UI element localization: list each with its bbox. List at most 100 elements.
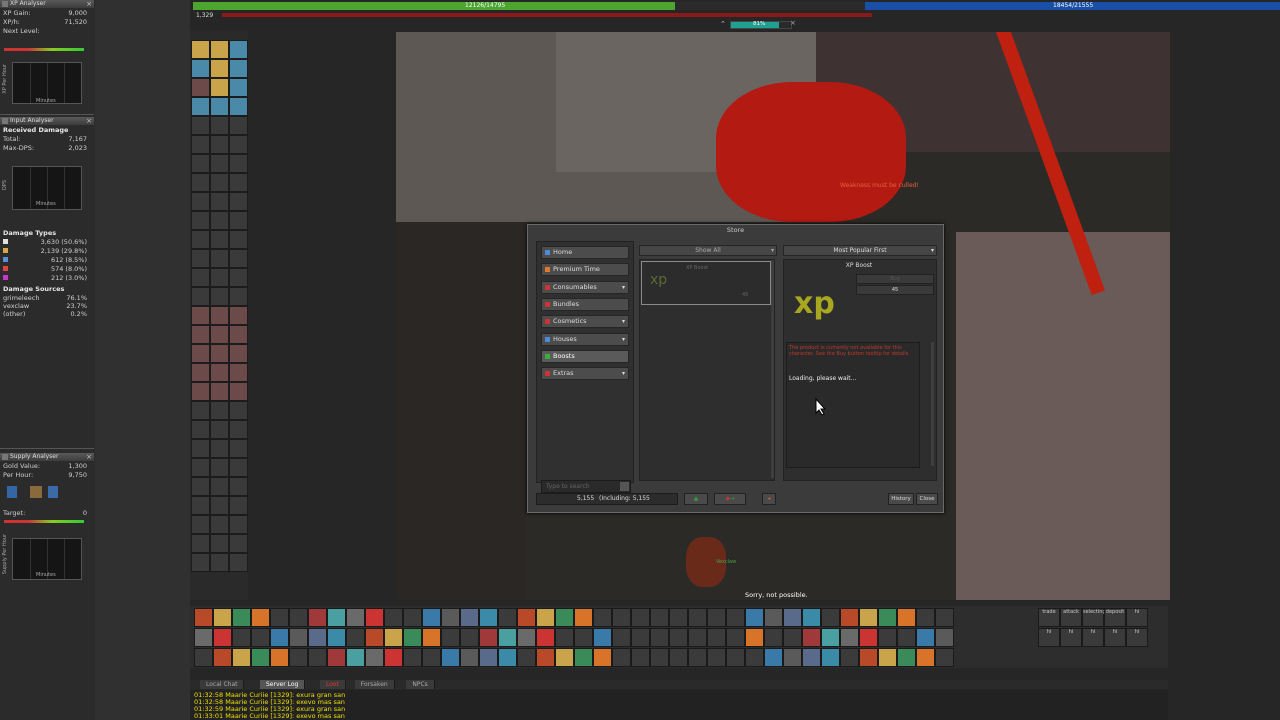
hotbar-slot[interactable] [422,648,441,667]
hotbar-slot[interactable] [916,608,935,627]
inventory-slot[interactable] [191,553,210,572]
hotbar-slot[interactable] [593,608,612,627]
hotbar-slot[interactable] [270,608,289,627]
hotbar-slot[interactable] [745,628,764,647]
hotbar-slot[interactable] [308,628,327,647]
inventory-slot[interactable] [191,268,210,287]
inventory-slot[interactable] [229,382,248,401]
close-icon[interactable]: × [86,117,92,125]
hotbar-slot[interactable] [593,648,612,667]
inventory-slot[interactable] [191,154,210,173]
inventory-slot[interactable] [191,401,210,420]
hotbar-slot[interactable] [840,628,859,647]
inventory-slot[interactable] [210,116,229,135]
inventory-slot[interactable] [191,382,210,401]
inventory-slot[interactable] [210,59,229,78]
hotbar-slot[interactable] [669,648,688,667]
hotbar-slot[interactable] [574,648,593,667]
hotbar-text-button[interactable]: hi [1126,608,1148,627]
chat-tab[interactable]: Forsaken [354,680,395,689]
inventory-slot[interactable] [191,249,210,268]
hotbar-slot[interactable] [232,648,251,667]
inventory-slot[interactable] [210,78,229,97]
hotbar-slot[interactable] [308,648,327,667]
inventory-slot[interactable] [191,439,210,458]
hotbar-slot[interactable] [460,628,479,647]
hotbar-slot[interactable] [764,628,783,647]
hotbar-slot[interactable] [688,628,707,647]
hotbar-slot[interactable] [479,628,498,647]
hotbar-slot[interactable] [802,648,821,667]
inventory-slot[interactable] [210,40,229,59]
hotbar-slot[interactable] [403,608,422,627]
hotbar-slot[interactable] [707,628,726,647]
inventory-slot[interactable] [191,306,210,325]
hotbar-slot[interactable] [878,648,897,667]
supply-analyser-titlebar[interactable]: Supply Analyser × [0,453,94,461]
inventory-slot[interactable] [191,59,210,78]
hotbar-slot[interactable] [802,628,821,647]
hotbar-slot[interactable] [669,608,688,627]
inventory-slot[interactable] [229,420,248,439]
inventory-slot[interactable] [191,135,210,154]
hotbar-text-button[interactable]: hi [1060,628,1082,647]
inventory-slot[interactable] [191,496,210,515]
inventory-slot[interactable] [210,249,229,268]
hotbar-slot[interactable] [764,648,783,667]
hotbar-slot[interactable] [365,608,384,627]
history-button[interactable]: History [888,493,914,505]
xp-analyser-titlebar[interactable]: XP Analyser × [0,0,94,8]
hotbar-slot[interactable] [840,608,859,627]
hotbar-slot[interactable] [498,648,517,667]
expand-icon[interactable]: ⌃ [720,20,726,28]
inventory-slot[interactable] [229,40,248,59]
hotbar-slot[interactable] [403,648,422,667]
hotbar-text-button[interactable]: deposit [1104,608,1126,627]
hotbar-slot[interactable] [612,628,631,647]
hotbar-slot[interactable] [251,648,270,667]
hotbar-slot[interactable] [498,608,517,627]
store-menu-item[interactable]: Boosts [541,349,629,363]
hotbar-slot[interactable] [460,648,479,667]
hotbar-slot[interactable] [935,628,954,647]
hotbar-slot[interactable] [384,648,403,667]
hotbar-slot[interactable] [555,608,574,627]
hotbar-slot[interactable] [783,628,802,647]
hotbar-slot[interactable] [498,628,517,647]
inventory-slot[interactable] [229,135,248,154]
hotbar-slot[interactable] [821,628,840,647]
sort-dropdown[interactable]: Most Popular First ▾ [783,245,937,256]
hotbar-slot[interactable] [251,608,270,627]
hotbar-slot[interactable] [346,608,365,627]
store-menu-item[interactable]: Home [541,246,629,259]
hotbar-slot[interactable] [403,628,422,647]
close-icon[interactable]: × [86,0,92,8]
inventory-slot[interactable] [210,325,229,344]
hotbar-slot[interactable] [289,608,308,627]
inventory-slot[interactable] [229,439,248,458]
inventory-slot[interactable] [191,420,210,439]
inventory-slot[interactable] [229,325,248,344]
inventory-slot[interactable] [191,116,210,135]
inventory-slot[interactable] [229,59,248,78]
hotbar-slot[interactable] [422,608,441,627]
hotbar-slot[interactable] [555,628,574,647]
inventory-slot[interactable] [229,401,248,420]
hotbar-slot[interactable] [707,608,726,627]
inventory-slot[interactable] [210,401,229,420]
inventory-slot[interactable] [191,192,210,211]
inventory-slot[interactable] [191,515,210,534]
demon-creature[interactable] [716,82,906,222]
hotbar-slot[interactable] [327,628,346,647]
inventory-slot[interactable] [210,363,229,382]
inventory-slot[interactable] [210,173,229,192]
hotbar-slot[interactable] [460,608,479,627]
chat-tab[interactable]: Server Log [260,680,306,689]
inventory-slot[interactable] [210,420,229,439]
hotbar-slot[interactable] [574,628,593,647]
inventory-slot[interactable] [191,230,210,249]
inventory-slot[interactable] [229,78,248,97]
hotbar-slot[interactable] [213,608,232,627]
inventory-slot[interactable] [191,97,210,116]
search-icon[interactable] [620,482,629,491]
